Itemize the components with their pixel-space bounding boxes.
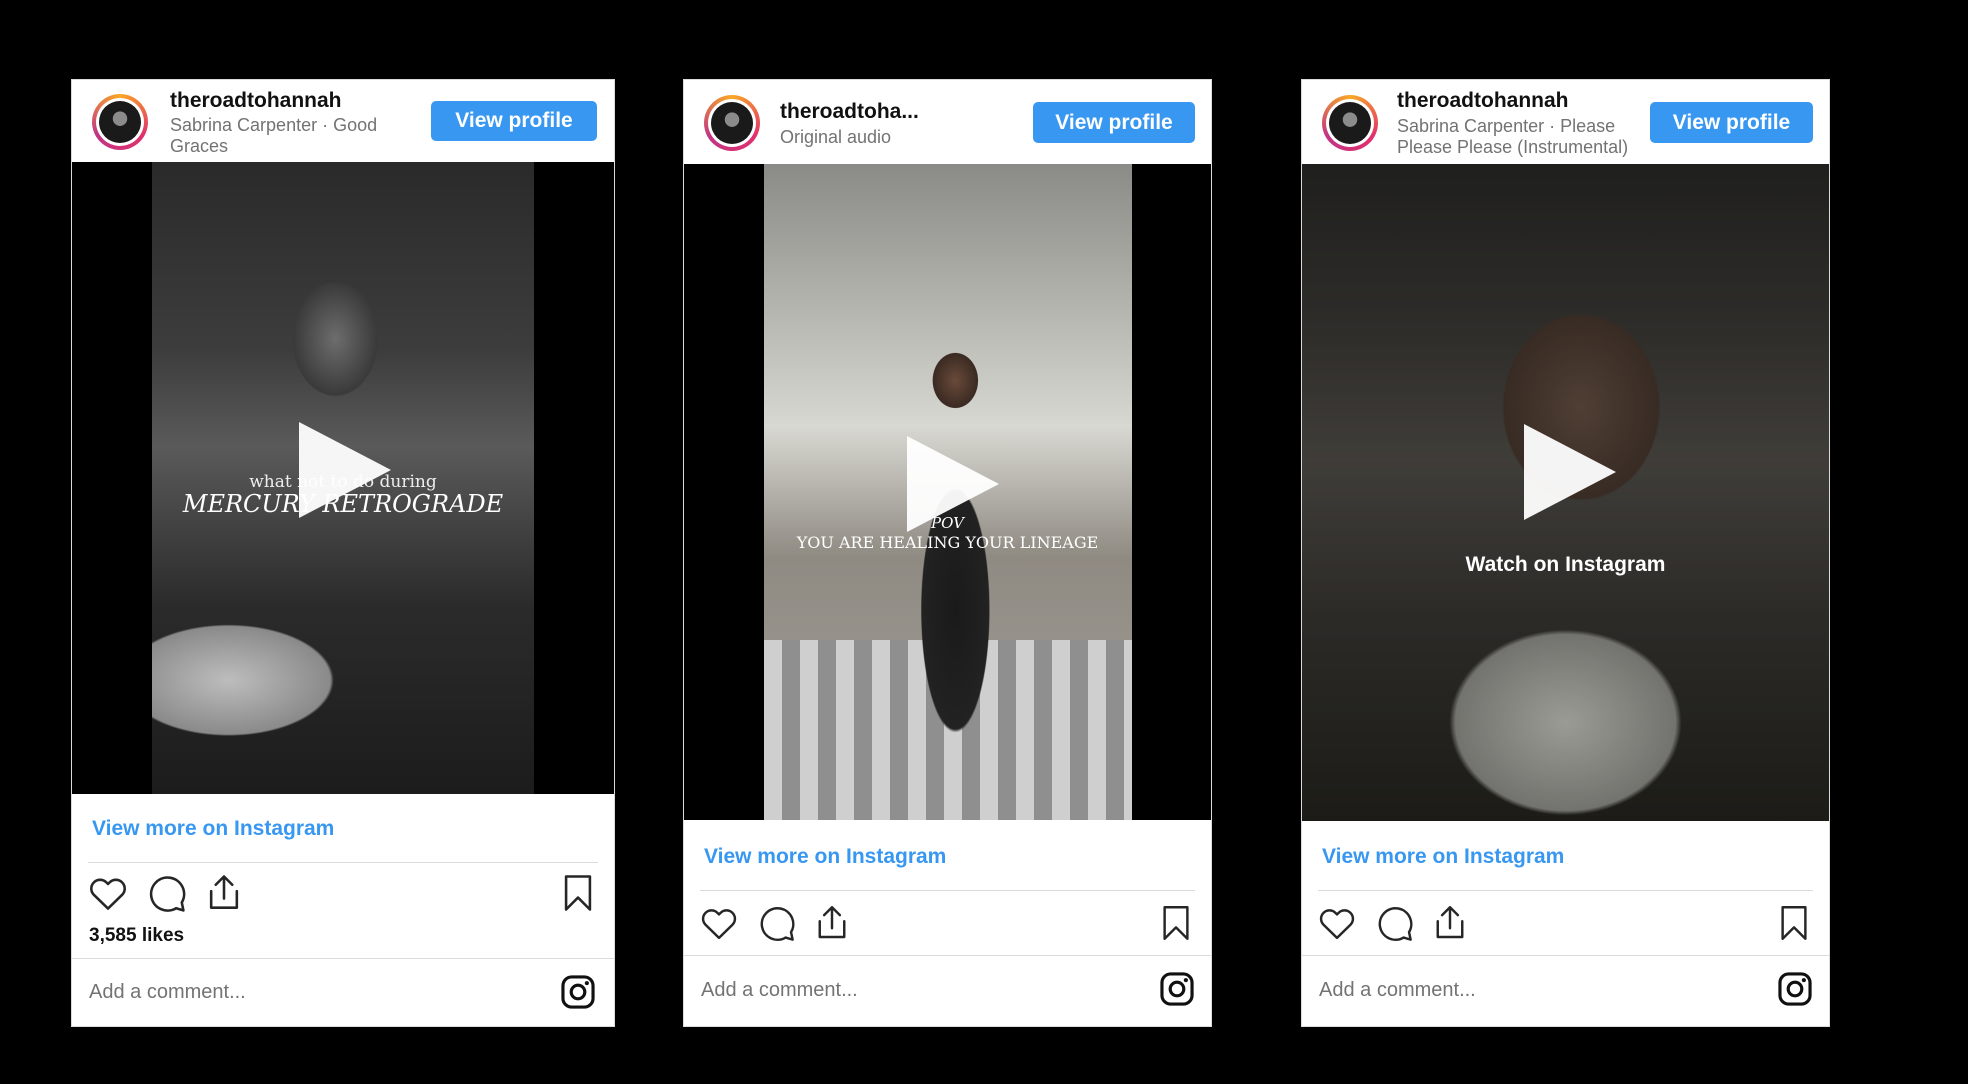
share-icon[interactable] — [202, 871, 246, 915]
card-header: theroadtohannah Sabrina Carpenter · Plea… — [1302, 80, 1829, 164]
instagram-embed-card-2: theroadtoha... Original audio View profi… — [683, 79, 1212, 1027]
play-icon[interactable] — [907, 436, 999, 532]
username[interactable]: theroadtohannah — [1397, 89, 1569, 113]
view-profile-button[interactable]: View profile — [1650, 102, 1813, 143]
comment-input[interactable]: Add a comment... — [1319, 979, 1476, 1002]
divider — [700, 890, 1195, 891]
username[interactable]: theroadtohannah — [170, 89, 342, 113]
divider — [88, 862, 598, 863]
instagram-icon[interactable] — [559, 973, 597, 1011]
audio-label[interactable]: Sabrina Carpenter · Please Please Please… — [1397, 116, 1657, 158]
username[interactable]: theroadtoha... — [780, 100, 919, 124]
comment-icon[interactable] — [144, 871, 188, 915]
view-more-link[interactable]: View more on Instagram — [1322, 845, 1564, 869]
card-header: theroadtoha... Original audio View profi… — [684, 80, 1211, 164]
divider — [72, 958, 614, 959]
avatar[interactable] — [1322, 95, 1378, 151]
share-icon[interactable] — [811, 902, 853, 944]
divider — [684, 955, 1211, 956]
video-thumbnail[interactable]: what not to do during MERCURY RETROGRADE — [72, 162, 614, 794]
overlay-caption-large: YOU ARE HEALING YOUR LINEAGE — [796, 533, 1099, 552]
comment-icon[interactable] — [1373, 902, 1415, 944]
avatar[interactable] — [704, 95, 760, 151]
card-header: theroadtohannah Sabrina Carpenter · Good… — [72, 80, 614, 162]
instagram-embed-card-1: theroadtohannah Sabrina Carpenter · Good… — [71, 79, 615, 1027]
view-more-link[interactable]: View more on Instagram — [92, 817, 334, 841]
share-icon[interactable] — [1429, 902, 1471, 944]
likes-count[interactable]: 3,585 likes — [89, 925, 184, 947]
video-thumbnail[interactable]: POV YOU ARE HEALING YOUR LINEAGE — [684, 164, 1211, 820]
heart-icon[interactable] — [86, 871, 130, 915]
heart-icon[interactable] — [698, 902, 740, 944]
comment-input[interactable]: Add a comment... — [89, 981, 246, 1004]
comment-input[interactable]: Add a comment... — [701, 979, 858, 1002]
bookmark-icon[interactable] — [1155, 902, 1197, 944]
play-icon[interactable] — [299, 422, 391, 518]
divider — [1302, 955, 1829, 956]
video-thumbnail[interactable]: Watch on Instagram — [1302, 164, 1829, 821]
bookmark-icon[interactable] — [1773, 902, 1815, 944]
view-more-link[interactable]: View more on Instagram — [704, 845, 946, 869]
view-profile-button[interactable]: View profile — [431, 101, 597, 141]
bookmark-icon[interactable] — [556, 871, 600, 915]
audio-label[interactable]: Original audio — [780, 127, 891, 148]
divider — [1318, 890, 1813, 891]
instagram-icon[interactable] — [1158, 970, 1196, 1008]
instagram-embed-card-3: theroadtohannah Sabrina Carpenter · Plea… — [1301, 79, 1830, 1027]
view-profile-button[interactable]: View profile — [1033, 102, 1195, 143]
instagram-icon[interactable] — [1776, 970, 1814, 1008]
play-icon[interactable] — [1524, 424, 1616, 520]
avatar[interactable] — [92, 94, 148, 150]
watch-on-instagram-link[interactable]: Watch on Instagram — [1302, 553, 1829, 577]
heart-icon[interactable] — [1316, 902, 1358, 944]
audio-label[interactable]: Sabrina Carpenter · Good Graces — [170, 115, 420, 157]
comment-icon[interactable] — [755, 902, 797, 944]
